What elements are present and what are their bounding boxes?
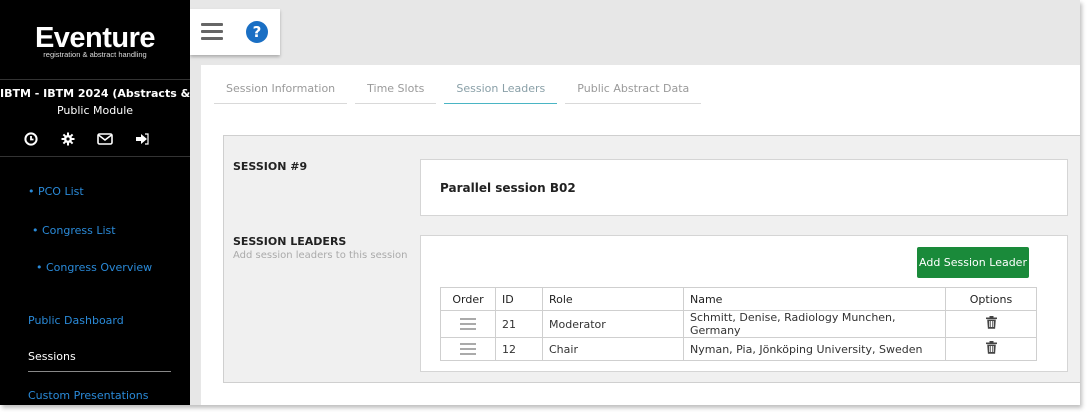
session-leaders-label: SESSION LEADERS <box>233 235 347 248</box>
options-cell <box>945 337 1037 361</box>
module-name: Public Module <box>56 104 134 117</box>
session-name-box: Parallel session B02 <box>420 159 1068 216</box>
column-header-role: Role <box>542 287 684 311</box>
sidebar-item-congress-overview[interactable]: • Congress Overview <box>36 261 152 274</box>
active-item-underline <box>28 371 171 372</box>
topbar-buttons: ? <box>190 9 280 55</box>
session-number-label: SESSION #9 <box>233 160 308 173</box>
sidebar-item-congress-list[interactable]: • Congress List <box>32 224 116 237</box>
tab-session-leaders[interactable]: Session Leaders <box>444 75 558 104</box>
session-leaders-hint: Add session leaders to this session <box>233 250 408 261</box>
sidebar-item-pco-list[interactable]: • PCO List <box>28 185 84 198</box>
logo: Eventure registration & abstract handlin… <box>0 24 190 59</box>
congress-title: IBTM - IBTM 2024 (Abstracts & Par... <box>0 87 190 100</box>
drag-handle-icon[interactable] <box>440 337 496 361</box>
tab-session-information[interactable]: Session Information <box>214 75 348 104</box>
gear-icon[interactable] <box>59 130 77 148</box>
sidebar-item-sessions[interactable]: Sessions <box>28 350 76 363</box>
cell-role: Chair <box>542 337 684 361</box>
session-panel: SESSION #9 Parallel session B02 SESSION … <box>223 135 1080 383</box>
cell-role: Moderator <box>542 310 684 338</box>
leaders-box: Add Session Leader Order ID Role Name Op… <box>420 235 1068 372</box>
column-header-order: Order <box>440 287 496 311</box>
help-icon[interactable]: ? <box>246 21 268 43</box>
column-header-name: Name <box>683 287 946 311</box>
trash-icon[interactable] <box>985 341 997 357</box>
logo-tagline: registration & abstract handling <box>43 50 147 59</box>
cell-name: Nyman, Pia, Jönköping University, Sweden <box>683 337 946 361</box>
column-header-id: ID <box>495 287 543 311</box>
leaders-table: Order ID Role Name Options 21 Moderator <box>440 287 1037 361</box>
sidebar: Eventure registration & abstract handlin… <box>0 0 190 405</box>
mail-icon[interactable] <box>96 130 114 148</box>
table-row: 12 Chair Nyman, Pia, Jönköping Universit… <box>440 337 1037 361</box>
tab-time-slots[interactable]: Time Slots <box>355 75 437 104</box>
table-row: 21 Moderator Schmitt, Denise, Radiology … <box>440 310 1037 338</box>
content-card: Session Information Time Slots Session L… <box>201 65 1080 405</box>
cell-id: 12 <box>495 337 543 361</box>
drag-handle-icon[interactable] <box>440 310 496 338</box>
column-header-options: Options <box>945 287 1037 311</box>
sidebar-item-public-dashboard[interactable]: Public Dashboard <box>28 314 124 327</box>
clock-icon[interactable] <box>22 130 40 148</box>
cell-id: 21 <box>495 310 543 338</box>
options-cell <box>945 310 1037 338</box>
logo-wordmark: Eventure <box>34 22 156 54</box>
sidebar-icon-bar <box>22 130 151 148</box>
table-header-row: Order ID Role Name Options <box>440 287 1037 311</box>
sidebar-item-custom-presentations[interactable]: Custom Presentations <box>28 389 148 402</box>
tab-bar: Session Information Time Slots Session L… <box>214 75 709 105</box>
app-window: Eventure registration & abstract handlin… <box>0 0 1080 405</box>
hamburger-icon[interactable] <box>201 23 223 41</box>
add-session-leader-button[interactable]: Add Session Leader <box>917 247 1029 278</box>
cell-name: Schmitt, Denise, Radiology Munchen, Germ… <box>683 310 946 338</box>
sidebar-divider <box>0 79 190 80</box>
logout-icon[interactable] <box>133 130 151 148</box>
sidebar-divider <box>0 156 190 157</box>
tab-public-abstract-data[interactable]: Public Abstract Data <box>565 75 702 104</box>
session-name: Parallel session B02 <box>440 181 576 195</box>
trash-icon[interactable] <box>985 316 997 332</box>
